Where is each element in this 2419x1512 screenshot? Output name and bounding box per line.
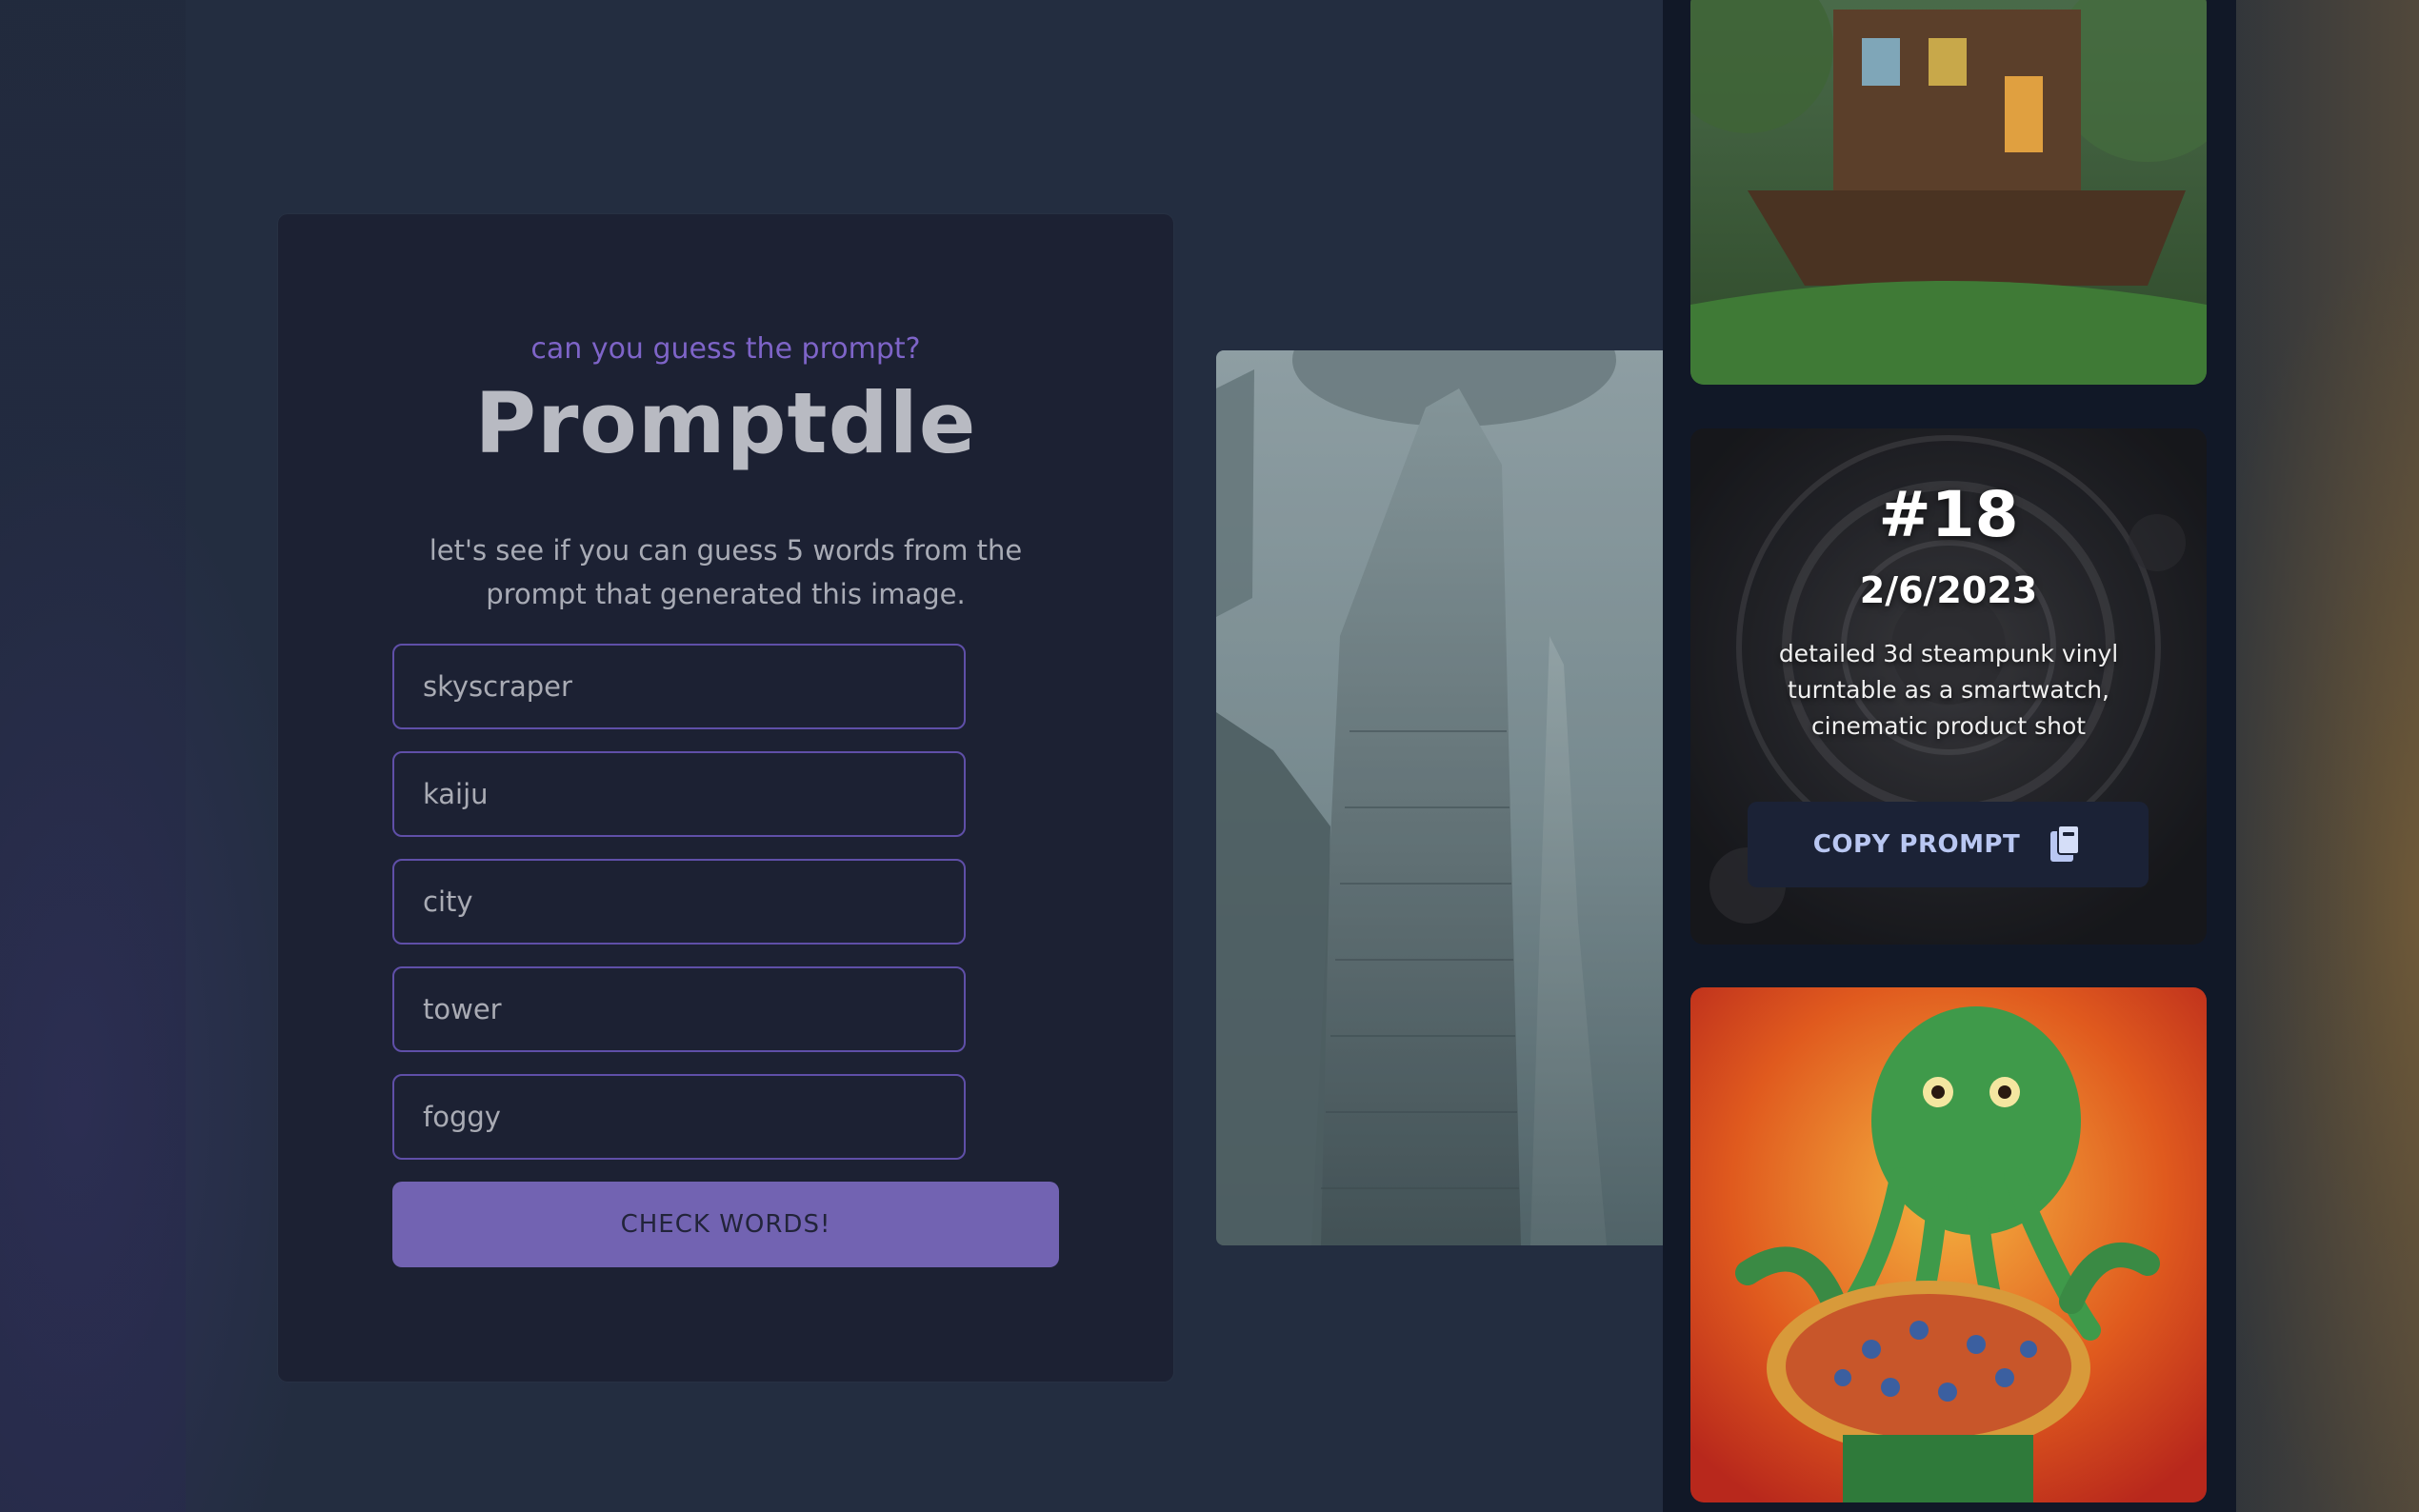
game-description: let's see if you can guess 5 words from …	[429, 534, 1023, 610]
guess-inputs	[392, 644, 966, 1182]
left-gradient-strip	[0, 0, 186, 1512]
jungle-house-boat-image[interactable]	[1690, 0, 2207, 385]
gallery-column: #18 2/6/2023 detailed 3d steampunk vinyl…	[1663, 0, 2236, 1512]
copy-prompt-button[interactable]: COPY PROMPT	[1748, 802, 2149, 887]
cthulhu-pizza-image[interactable]	[1690, 987, 2207, 1502]
check-words-button[interactable]: CHECK WORDS!	[392, 1182, 1059, 1267]
game-panel: can you guess the prompt? Promptdle let'…	[278, 214, 1173, 1382]
guess-input-3[interactable]	[392, 859, 966, 945]
guess-input-4[interactable]	[392, 966, 966, 1052]
game-subtitle: can you guess the prompt?	[530, 332, 921, 366]
copy-prompt-label: COPY PROMPT	[1812, 830, 2021, 859]
cthulhu-pizza-illustration	[1690, 987, 2207, 1502]
foggy-city-image	[1216, 350, 1664, 1245]
foggy-city-illustration	[1216, 350, 1664, 1245]
right-edge-gradient	[2236, 0, 2419, 1512]
guess-input-1[interactable]	[392, 644, 966, 729]
guess-input-2[interactable]	[392, 751, 966, 837]
previous-puzzle-info: #18 2/6/2023 detailed 3d steampunk vinyl…	[1690, 428, 2207, 945]
jungle-house-illustration	[1690, 0, 2207, 385]
page: can you guess the prompt? Promptdle let'…	[0, 0, 2419, 1512]
guess-input-5[interactable]	[392, 1074, 966, 1160]
clipboard-icon	[2050, 825, 2081, 862]
previous-puzzle-card: #18 2/6/2023 detailed 3d steampunk vinyl…	[1690, 428, 2207, 945]
puzzle-prompt: detailed 3d steampunk vinyl turntable as…	[1778, 640, 2119, 740]
puzzle-number: #18	[1878, 478, 2019, 551]
page-title: Promptdle	[474, 374, 977, 472]
puzzle-date: 2/6/2023	[1859, 569, 2038, 611]
